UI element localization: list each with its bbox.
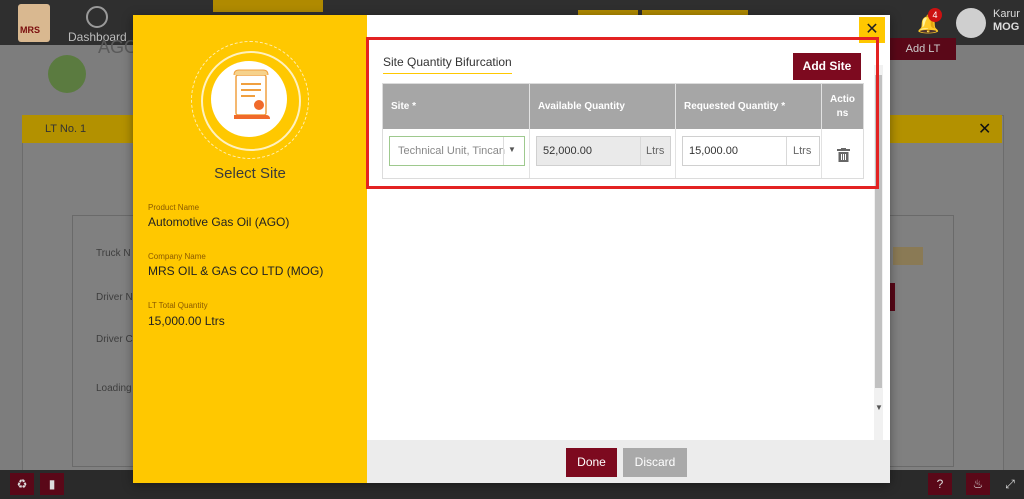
product-name-label: Product Name [148,203,200,212]
form-field-highlight [893,247,923,265]
driver-contact-label: Driver C [96,334,133,345]
lt-close-icon[interactable]: ✕ [978,119,991,139]
product-name-value: Automotive Gas Oil (AGO) [148,215,290,229]
driver-name-label: Driver N [96,292,133,303]
company-logo[interactable] [18,4,50,42]
recycle-icon[interactable]: ♻ [10,473,34,495]
nav-tab-active[interactable] [213,0,323,12]
bookmark-icon[interactable]: ▮ [40,473,64,495]
highlight-frame [366,37,879,189]
dashboard-icon[interactable] [86,6,108,28]
modal-sidebar: Select Site Product Name Automotive Gas … [133,15,367,483]
company-name-label: Company Name [148,252,206,261]
form-action-button[interactable] [890,283,895,311]
fire-icon[interactable]: ♨ [966,473,990,495]
user-menu[interactable]: Karur MOG [993,8,1020,34]
product-avatar [48,55,86,93]
user-name: Karur [993,8,1020,20]
page-title: AGO [98,37,139,57]
sidebar-title: Select Site [214,165,286,182]
truck-number-label: Truck N [96,248,131,259]
company-name-value: MRS OIL & GAS CO LTD (MOG) [148,264,324,278]
lt-total-quantity-value: 15,000.00 Ltrs [148,314,225,328]
user-org: MOG [993,21,1020,33]
discard-button[interactable]: Discard [623,448,687,477]
add-lt-button[interactable]: Add LT [890,38,956,60]
logo-text: MRS [20,25,40,35]
lt-number: LT No. 1 [45,123,87,135]
done-button[interactable]: Done [566,448,617,477]
document-certificate-icon [233,69,270,119]
notification-badge: 4 [928,8,942,22]
lt-total-quantity-label: LT Total Quantity [148,301,208,310]
loading-label: Loading [96,383,132,394]
help-icon[interactable]: ? [928,473,952,495]
scroll-down-icon[interactable]: ▼ [875,403,883,412]
expand-icon[interactable]: ⤢ [998,473,1022,495]
avatar[interactable] [956,8,986,38]
